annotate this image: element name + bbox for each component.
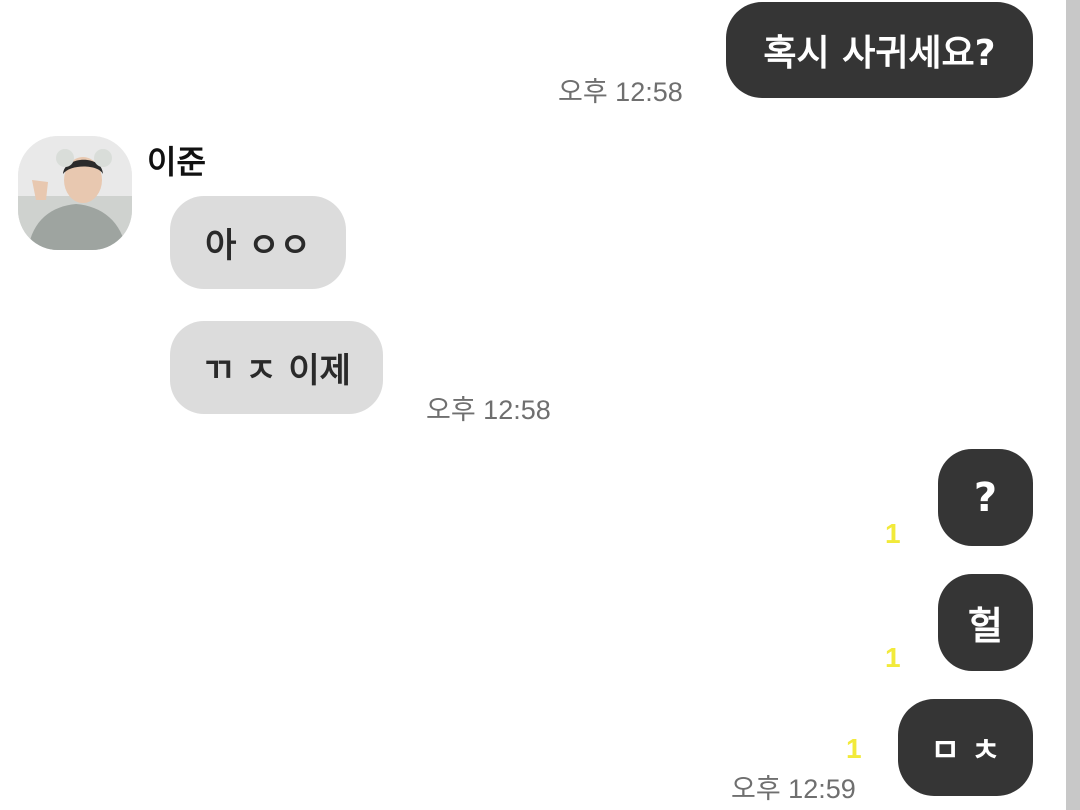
their-message-bubble[interactable]: ㄲ ㅈ 이제	[170, 321, 383, 414]
message-text: 아 ㅇㅇ	[205, 226, 311, 266]
message-timestamp: 오후 12:58	[426, 395, 551, 425]
message-text: 혹시 사귀세요?	[763, 33, 996, 74]
my-message-bubble[interactable]: ㅁ ㅊ	[898, 699, 1033, 796]
scrollbar[interactable]	[1066, 0, 1080, 810]
my-message-bubble[interactable]: ?	[938, 449, 1033, 546]
my-message-bubble[interactable]: 혹시 사귀세요?	[726, 2, 1033, 98]
message-text: ㄲ ㅈ 이제	[202, 351, 351, 391]
read-count: 1	[846, 733, 862, 764]
avatar[interactable]	[18, 136, 132, 250]
message-text: 헐	[968, 604, 1003, 648]
read-count: 1	[885, 518, 901, 549]
profile-photo-icon	[18, 136, 132, 250]
message-text: ㅁ ㅊ	[930, 730, 1001, 769]
sender-name: 이준	[147, 143, 206, 181]
message-timestamp: 오후 12:59	[731, 774, 856, 804]
read-count: 1	[885, 642, 901, 673]
their-message-bubble[interactable]: 아 ㅇㅇ	[170, 196, 346, 289]
message-timestamp: 오후 12:58	[558, 77, 683, 107]
message-text: ?	[973, 474, 998, 521]
my-message-bubble[interactable]: 헐	[938, 574, 1033, 671]
